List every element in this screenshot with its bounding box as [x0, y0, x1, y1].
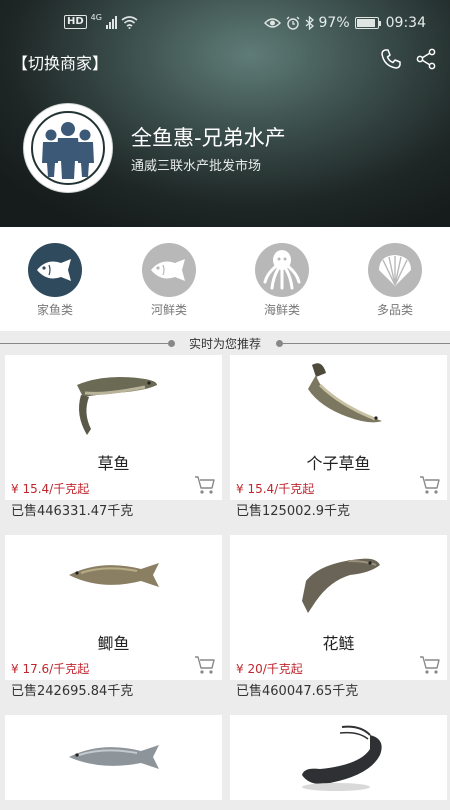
- crucian-carp-image: [69, 563, 159, 587]
- category-multi[interactable]: 多品类: [350, 243, 440, 318]
- category-label: 多品类: [376, 303, 413, 317]
- share-icon[interactable]: [416, 48, 436, 70]
- shop-subtitle: 通威三联水产批发市场: [131, 159, 262, 174]
- product-card[interactable]: 花鲢 ¥ 20/千克起 已售460047.65千克: [230, 535, 447, 703]
- grass-carp-image: [77, 377, 157, 435]
- product-sold: 已售125002.9千克: [230, 500, 447, 523]
- product-name: 草鱼: [97, 454, 130, 473]
- product-card[interactable]: 个子草鱼 ¥ 15.4/千克起 已售125002.9千克: [230, 355, 447, 523]
- product-card[interactable]: [230, 715, 447, 800]
- battery-icon: [354, 17, 381, 29]
- bighead-carp-image: [302, 558, 380, 613]
- grass-carp-image: [308, 363, 382, 423]
- wifi-icon: [121, 16, 138, 29]
- product-card[interactable]: 鲫鱼 ¥ 17.6/千克起 已售242695.84千克: [5, 535, 222, 703]
- phone-icon[interactable]: [380, 48, 402, 70]
- status-bar: HD 4G 97% 09:34: [0, 12, 450, 36]
- shell-icon: [368, 243, 422, 297]
- shop-header: HD 4G 97% 09:34 【切换商家】 全鱼惠-兄弟水产 通威三联水产批发…: [0, 0, 450, 227]
- product-name: 花鲢: [322, 634, 355, 653]
- cart-icon[interactable]: [419, 475, 441, 495]
- category-river-fish[interactable]: 河鲜类: [124, 243, 214, 318]
- cart-icon[interactable]: [419, 655, 441, 675]
- river-fish-icon: [142, 243, 196, 297]
- product-sold: 已售460047.65千克: [230, 680, 447, 703]
- product-card[interactable]: 草鱼 ¥ 15.4/千克起 已售446331.47千克: [5, 355, 222, 523]
- cart-icon[interactable]: [194, 655, 216, 675]
- category-bar: 家鱼类 河鲜类 海鲜类 多品类: [0, 227, 450, 331]
- switch-merchant-button[interactable]: 【切换商家】: [12, 50, 108, 74]
- category-seafood[interactable]: 海鲜类: [237, 243, 327, 318]
- product-sold: 已售446331.47千克: [5, 500, 222, 523]
- shop-name: 全鱼惠-兄弟水产: [131, 126, 286, 150]
- product-price: ¥ 15.4/千克起: [236, 482, 315, 496]
- category-label: 家鱼类: [36, 303, 73, 317]
- signal-icon: [105, 15, 117, 29]
- product-price: ¥ 17.6/千克起: [11, 662, 90, 676]
- shop-avatar: [24, 104, 112, 192]
- recommend-divider: 实时为您推荐: [0, 331, 450, 355]
- product-name: 个子草鱼: [306, 454, 371, 473]
- product-price: ¥ 20/千克起: [236, 662, 303, 676]
- fish-icon: [28, 243, 82, 297]
- team-icon: [42, 122, 94, 179]
- product-sold: 已售242695.84千克: [5, 680, 222, 703]
- network-type: 4G: [90, 12, 102, 22]
- silver-carp-image: [69, 745, 159, 769]
- category-domestic-fish[interactable]: 家鱼类: [10, 243, 100, 318]
- clock: 09:34: [385, 15, 426, 31]
- catfish-image: [302, 725, 382, 791]
- category-label: 河鲜类: [150, 303, 187, 317]
- product-card[interactable]: [5, 715, 222, 800]
- hd-indicator: HD: [64, 15, 87, 29]
- octopus-icon: [255, 243, 309, 297]
- category-label: 海鲜类: [263, 303, 300, 317]
- eye-icon: [263, 18, 281, 28]
- product-price: ¥ 15.4/千克起: [11, 482, 90, 496]
- battery-percent: 97%: [318, 15, 350, 31]
- alarm-icon: [286, 16, 299, 30]
- bluetooth-icon: [305, 16, 314, 30]
- product-name: 鲫鱼: [97, 634, 130, 653]
- cart-icon[interactable]: [194, 475, 216, 495]
